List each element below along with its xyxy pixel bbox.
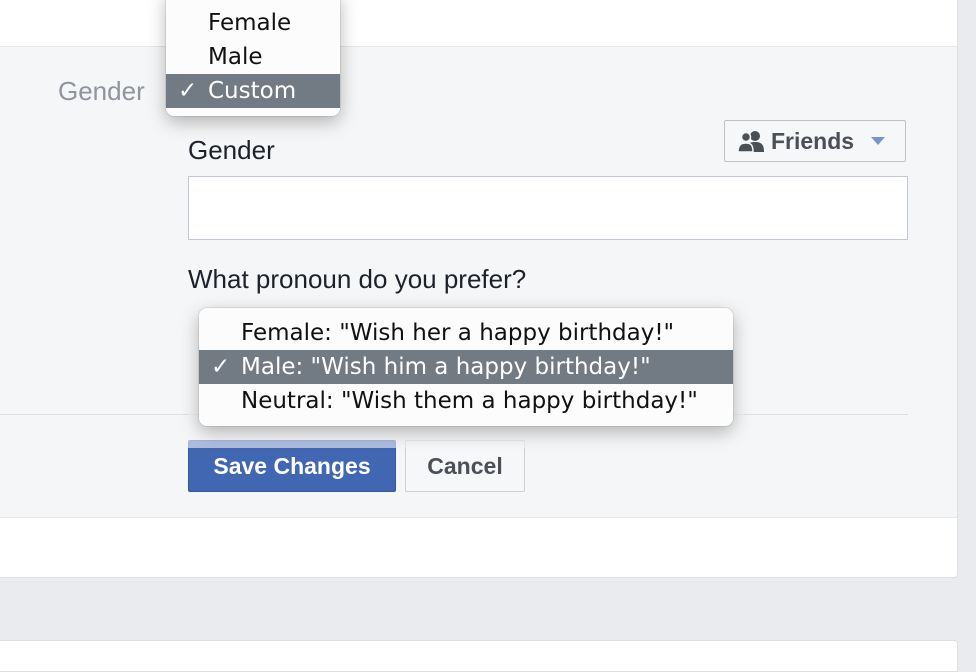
pronoun-question: What pronoun do you prefer?: [188, 264, 527, 294]
custom-gender-label: Gender: [188, 135, 275, 165]
gender-row-label: Gender: [58, 76, 145, 106]
checkmark-icon: ✓: [178, 78, 198, 104]
custom-gender-input[interactable]: [188, 176, 908, 240]
gender-option-female[interactable]: Female: [166, 6, 340, 40]
next-settings-card: [0, 640, 958, 672]
pronoun-option-neutral[interactable]: Neutral: "Wish them a happy birthday!": [199, 384, 733, 418]
option-label: Female: "Wish her a happy birthday!": [241, 320, 675, 346]
option-label: Male: [208, 44, 263, 70]
option-label: Custom: [208, 78, 297, 104]
privacy-selector-button[interactable]: Friends: [724, 120, 906, 162]
privacy-selector-label: Friends: [771, 127, 855, 154]
checkmark-icon: ✓: [211, 354, 231, 380]
pronoun-dropdown-menu: Female: "Wish her a happy birthday!" ✓ M…: [199, 308, 733, 426]
gender-option-custom[interactable]: ✓ Custom: [166, 74, 340, 108]
pronoun-option-male[interactable]: ✓ Male: "Wish him a happy birthday!": [199, 350, 733, 384]
gender-dropdown-menu: Female Male ✓ Custom: [166, 0, 340, 116]
option-label: Female: [208, 10, 292, 36]
friends-icon: [737, 131, 764, 153]
chevron-down-icon: [871, 137, 886, 145]
previous-setting-row: [0, 0, 957, 47]
option-label: Neutral: "Wish them a happy birthday!": [241, 388, 698, 414]
option-label: Male: "Wish him a happy birthday!": [241, 354, 651, 380]
pronoun-option-female[interactable]: Female: "Wish her a happy birthday!": [199, 316, 733, 350]
gender-option-male[interactable]: Male: [166, 40, 340, 74]
